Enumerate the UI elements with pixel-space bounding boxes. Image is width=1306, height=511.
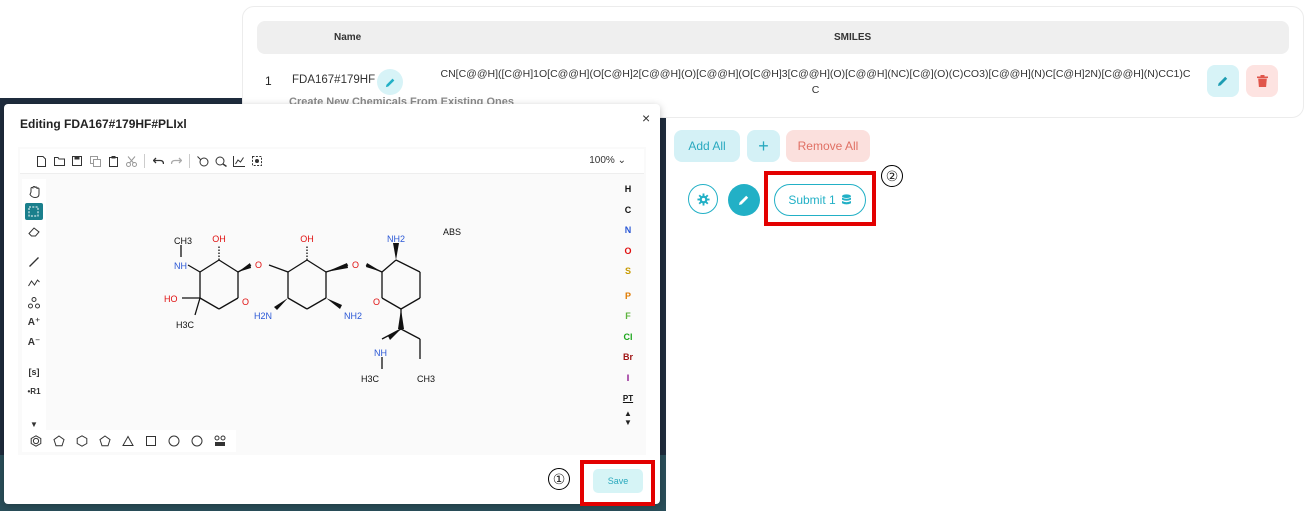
column-header-smiles: SMILES [834, 32, 872, 43]
atom-label: OH [212, 234, 226, 244]
element-n[interactable]: N [617, 220, 639, 241]
periodic-table-button[interactable]: PT [617, 388, 639, 409]
element-i[interactable]: I [617, 368, 639, 389]
charge-minus-icon[interactable]: A⁻ [25, 334, 43, 351]
cyclopropane-icon[interactable] [118, 432, 137, 450]
cyclopentane-icon[interactable] [95, 432, 114, 450]
copy-icon[interactable] [86, 152, 104, 170]
analyze-icon[interactable] [230, 152, 248, 170]
atom-label: CH3 [174, 236, 192, 246]
dialog-title: Editing FDA167#179HF#PLIxl [20, 117, 187, 131]
cyclobutane-icon[interactable] [141, 432, 160, 450]
zoom-value: 100% [589, 155, 615, 166]
edit-molecule-dialog: Editing FDA167#179HF#PLIxl × 100% ⌄ A⁺ A… [4, 104, 660, 504]
row-name: FDA167#179HF [292, 74, 376, 86]
paste-icon[interactable] [104, 152, 122, 170]
benzene-icon[interactable] [26, 432, 45, 450]
column-header-name: Name [334, 32, 362, 43]
toolbar-divider [189, 154, 190, 168]
add-all-button[interactable]: Add All [674, 130, 740, 162]
element-cl[interactable]: Cl [617, 327, 639, 348]
delete-row-button[interactable] [1246, 65, 1278, 97]
pencil-icon [739, 195, 749, 205]
atom-label: HO [164, 294, 178, 304]
remove-all-button[interactable]: Remove All [786, 130, 870, 162]
layout-icon[interactable] [194, 152, 212, 170]
open-folder-icon[interactable] [50, 152, 68, 170]
atom-label: H3C [361, 374, 380, 384]
clean-structure-icon[interactable] [212, 152, 230, 170]
element-p[interactable]: P [617, 286, 639, 307]
element-c[interactable]: C [617, 200, 639, 221]
atom-label: O [242, 297, 249, 307]
atom-label: NH [374, 348, 387, 358]
molecule-structure: ABS CH3 NH OH HO H3C O O OH H2N NH2 O NH… [164, 227, 461, 384]
element-h[interactable]: H [617, 179, 639, 200]
element-br[interactable]: Br [617, 347, 639, 368]
cut-icon[interactable] [122, 152, 140, 170]
cyclohexane-icon[interactable] [72, 432, 91, 450]
single-bond-icon[interactable] [25, 254, 43, 271]
r-group-icon[interactable] [25, 294, 43, 311]
gear-icon [696, 192, 710, 206]
cycloheptane-icon[interactable] [164, 432, 183, 450]
atom-label: OH [300, 234, 314, 244]
chain-tool-icon[interactable] [25, 274, 43, 291]
edit-button[interactable] [728, 184, 760, 216]
atom-label: O [373, 297, 380, 307]
rgroup-label-icon[interactable]: •R1 [25, 383, 43, 400]
settings-button[interactable] [688, 184, 718, 214]
edit-row-button[interactable] [1207, 65, 1239, 97]
row-smiles: CN[C@@H]([C@H]1O[C@@H](O[C@H]2[C@@H](O)[… [440, 68, 1191, 96]
atom-label: O [352, 260, 359, 270]
annotation-number-two: ② [881, 165, 903, 187]
new-file-icon[interactable] [32, 152, 50, 170]
atom-label: H3C [176, 320, 195, 330]
hand-tool-icon[interactable] [25, 183, 43, 200]
zoom-dropdown[interactable]: 100% ⌄ [589, 155, 626, 166]
eraser-icon[interactable] [25, 223, 43, 240]
element-o[interactable]: O [617, 241, 639, 262]
pencil-icon [1218, 76, 1228, 86]
annotation-box-submit [764, 171, 876, 226]
element-f[interactable]: F [617, 306, 639, 327]
select-tool-icon[interactable] [25, 203, 43, 221]
charge-plus-icon[interactable]: A⁺ [25, 314, 43, 331]
element-toolbar: H C N O S P F Cl Br I PT ▲ ▼ [616, 179, 640, 429]
atom-label: NH2 [387, 234, 405, 244]
redo-icon[interactable] [167, 152, 185, 170]
abs-label: ABS [443, 227, 461, 237]
cyclopentadiene-icon[interactable] [49, 432, 68, 450]
edit-name-button[interactable] [377, 69, 403, 95]
drawing-canvas[interactable]: ABS CH3 NH OH HO H3C O O OH H2N NH2 O NH… [48, 179, 614, 429]
editor-bottom-toolbar [22, 430, 236, 452]
scroll-arrows-icon[interactable]: ▲ ▼ [624, 409, 632, 427]
editor-left-toolbar: A⁺ A⁻ [s] •R1 ▼ [22, 179, 46, 433]
molecule-editor: 100% ⌄ A⁺ A⁻ [s] •R1 ▼ H C N O S P F Cl … [18, 147, 646, 455]
close-icon[interactable]: × [642, 110, 650, 126]
atom-label: NH [174, 261, 187, 271]
row-index: 1 [265, 74, 272, 88]
toolbar-divider [144, 154, 145, 168]
atom-label: H2N [254, 311, 272, 321]
atom-label: O [255, 260, 262, 270]
add-button[interactable]: + [747, 130, 780, 162]
3d-view-icon[interactable] [248, 152, 266, 170]
trash-icon [1256, 75, 1268, 87]
annotation-box-save [580, 460, 655, 506]
sgroup-icon[interactable]: [s] [25, 363, 43, 380]
pencil-icon [385, 78, 394, 87]
annotation-number-one: ① [548, 468, 570, 490]
template-library-icon[interactable] [210, 432, 229, 450]
atom-label: NH2 [344, 311, 362, 321]
element-s[interactable]: S [617, 261, 639, 282]
editor-top-toolbar: 100% ⌄ [20, 149, 644, 174]
undo-icon[interactable] [149, 152, 167, 170]
atom-label: CH3 [417, 374, 435, 384]
table-header: Name SMILES [257, 21, 1289, 54]
save-file-icon[interactable] [68, 152, 86, 170]
cyclooctane-icon[interactable] [187, 432, 206, 450]
